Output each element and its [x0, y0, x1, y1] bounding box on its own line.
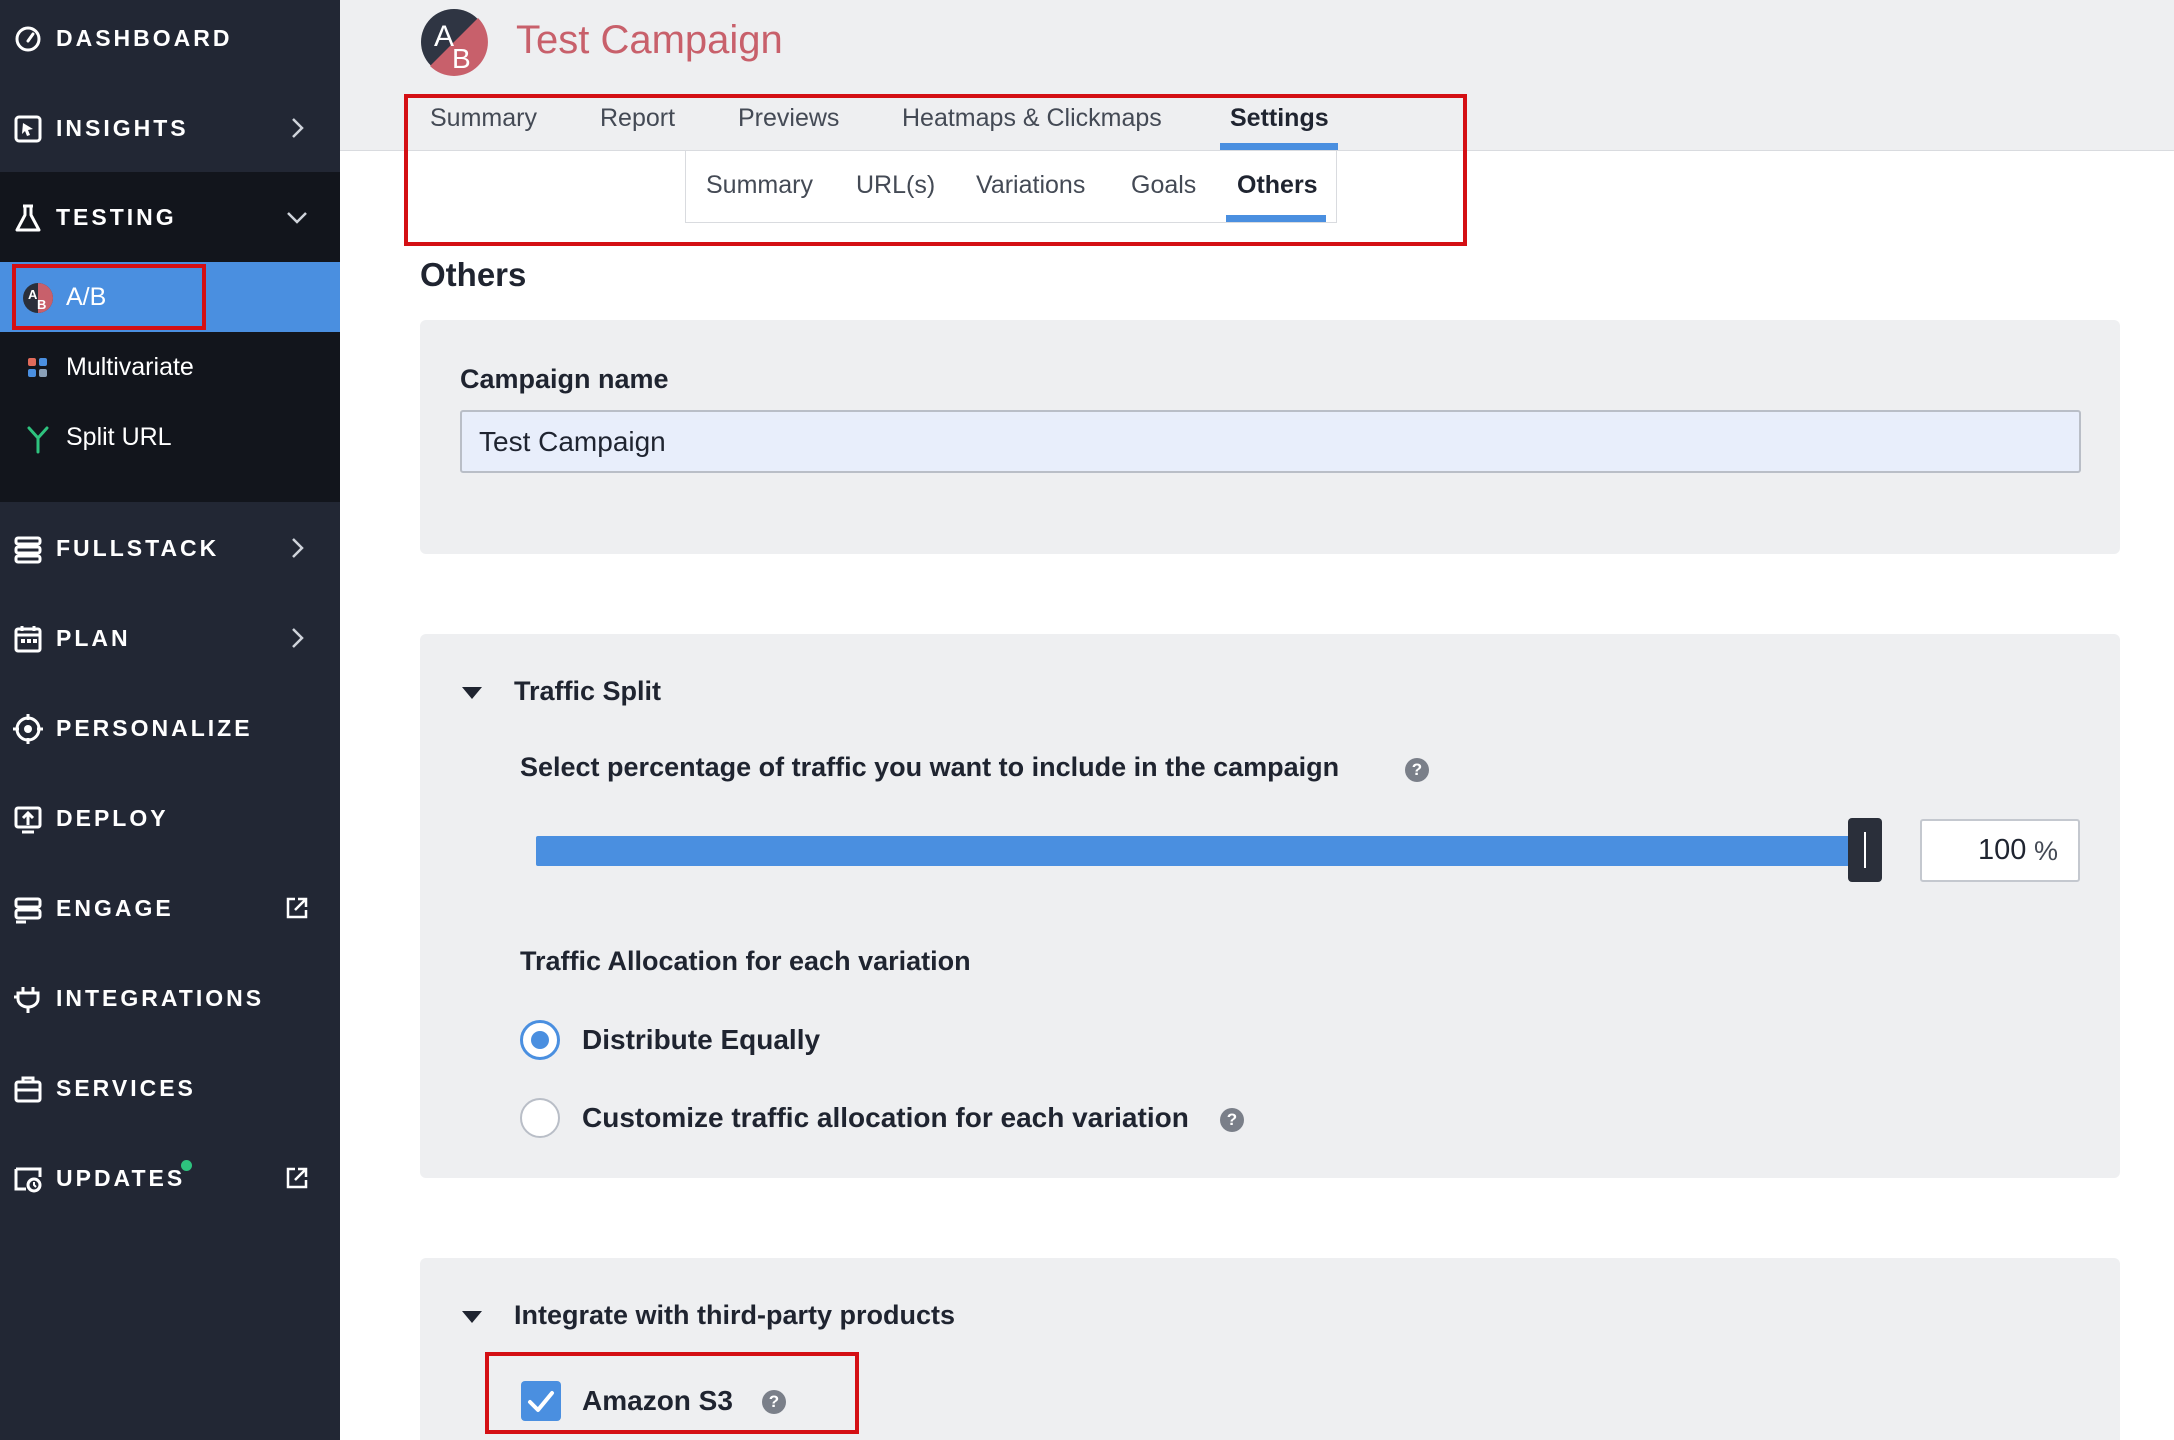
sidebar-item-label: INTEGRATIONS [56, 985, 265, 1011]
sidebar-item-label: FULLSTACK [56, 535, 220, 561]
collapse-triangle-icon[interactable] [462, 1311, 482, 1323]
insights-icon [14, 115, 42, 143]
sidebar-item-insights[interactable]: INSIGHTS [0, 83, 340, 173]
svg-text:B: B [452, 43, 471, 74]
external-link-icon [286, 1167, 308, 1189]
chevron-right-icon [292, 118, 304, 138]
ab-logo-icon: A B [421, 9, 488, 76]
amazon-s3-checkbox[interactable] [521, 1381, 561, 1421]
radio-customize-allocation[interactable] [520, 1098, 560, 1138]
chevron-down-icon [287, 212, 307, 224]
active-subtab-indicator [1226, 215, 1326, 222]
dashboard-icon [15, 26, 41, 52]
traffic-split-card [420, 634, 2120, 1178]
engage-icon [14, 897, 42, 924]
help-icon[interactable]: ? [762, 1390, 786, 1414]
traffic-split-title[interactable]: Traffic Split [514, 676, 661, 707]
sidebar-item-deploy[interactable]: DEPLOY [0, 773, 340, 863]
subtab-variations[interactable]: Variations [976, 171, 1085, 200]
sidebar-item-personalize[interactable]: PERSONALIZE [0, 683, 340, 773]
campaign-name-input[interactable] [460, 410, 2081, 473]
sidebar-item-label: DASHBOARD [56, 25, 233, 51]
traffic-slider-track[interactable] [536, 836, 1876, 866]
target-icon [13, 714, 43, 744]
sidebar-item-services[interactable]: SERVICES [0, 1043, 340, 1133]
campaign-title: Test Campaign [516, 18, 783, 62]
split-url-icon [27, 426, 49, 454]
sidebar-item-label: UPDATES [56, 1165, 186, 1191]
calendar-icon [14, 626, 42, 653]
flask-icon [15, 204, 41, 232]
ab-icon: A B [23, 283, 53, 313]
help-icon[interactable]: ? [1220, 1108, 1244, 1132]
integrations-title[interactable]: Integrate with third-party products [514, 1300, 955, 1331]
sidebar-item-label: SERVICES [56, 1075, 196, 1101]
update-indicator-dot [181, 1160, 192, 1171]
tab-report[interactable]: Report [600, 104, 675, 133]
distribute-equally-label[interactable]: Distribute Equally [582, 1024, 820, 1056]
active-tab-indicator [1220, 143, 1338, 150]
external-link-icon [286, 897, 308, 919]
section-title: Others [420, 256, 527, 293]
sidebar-item-label: PERSONALIZE [56, 715, 253, 741]
briefcase-icon [14, 1076, 42, 1103]
sidebar-item-updates[interactable]: UPDATES [0, 1133, 340, 1223]
traffic-slider-handle[interactable] [1848, 818, 1882, 882]
sidebar-item-engage[interactable]: ENGAGE [0, 863, 340, 953]
sidebar: DASHBOARD INSIGHTS TESTING A B A/B Multi… [0, 0, 340, 1440]
amazon-s3-label[interactable]: Amazon S3 [582, 1385, 733, 1417]
tab-previews[interactable]: Previews [738, 104, 839, 133]
sidebar-subitem-multivariate[interactable]: Multivariate [0, 332, 340, 402]
sidebar-subitem-split-url[interactable]: Split URL [0, 402, 340, 472]
collapse-triangle-icon[interactable] [462, 687, 482, 699]
sidebar-subitem-label: Split URL [66, 423, 172, 451]
tab-summary[interactable]: Summary [430, 104, 537, 133]
campaign-name-label: Campaign name [460, 364, 669, 394]
radio-distribute-equally[interactable] [520, 1020, 560, 1060]
subtab-goals[interactable]: Goals [1131, 171, 1196, 200]
checkmark-icon [528, 1391, 554, 1412]
sidebar-item-fullstack[interactable]: FULLSTACK [0, 503, 340, 593]
deploy-icon [14, 806, 42, 834]
sidebar-subitem-label: A/B [66, 283, 107, 311]
help-icon[interactable]: ? [1405, 758, 1429, 782]
tab-settings[interactable]: Settings [1230, 104, 1329, 133]
sidebar-subitem-ab[interactable]: A B A/B [0, 262, 340, 332]
fullstack-icon [14, 536, 42, 564]
traffic-allocation-title: Traffic Allocation for each variation [520, 946, 971, 976]
subtab-summary[interactable]: Summary [706, 171, 813, 200]
customize-allocation-label[interactable]: Customize traffic allocation for each va… [582, 1102, 1189, 1134]
multivariate-icon [28, 358, 47, 377]
sidebar-subitem-label: Multivariate [66, 353, 194, 381]
sidebar-item-label: TESTING [56, 204, 177, 230]
svg-text:A: A [434, 20, 454, 53]
chevron-right-icon [292, 628, 304, 648]
sidebar-item-label: PLAN [56, 625, 131, 651]
chevron-right-icon [292, 538, 304, 558]
tab-heatmaps-clickmaps[interactable]: Heatmaps & Clickmaps [902, 104, 1162, 133]
sidebar-item-plan[interactable]: PLAN [0, 593, 340, 683]
sidebar-item-label: ENGAGE [56, 895, 174, 921]
sidebar-item-label: INSIGHTS [56, 115, 189, 141]
updates-icon [14, 1167, 42, 1193]
subtab-urls[interactable]: URL(s) [856, 171, 935, 200]
sidebar-item-label: DEPLOY [56, 805, 169, 831]
traffic-percent-value: 100 [1978, 834, 2027, 866]
svg-text:B: B [37, 297, 46, 312]
traffic-percentage-question: Select percentage of traffic you want to… [520, 752, 1340, 782]
plug-icon [14, 987, 40, 1013]
percent-sign: % [2034, 836, 2059, 866]
sidebar-item-integrations[interactable]: INTEGRATIONS [0, 953, 340, 1043]
sidebar-item-testing[interactable]: TESTING [0, 172, 340, 262]
sidebar-item-dashboard[interactable]: DASHBOARD [0, 0, 340, 83]
subtab-others[interactable]: Others [1237, 171, 1318, 200]
